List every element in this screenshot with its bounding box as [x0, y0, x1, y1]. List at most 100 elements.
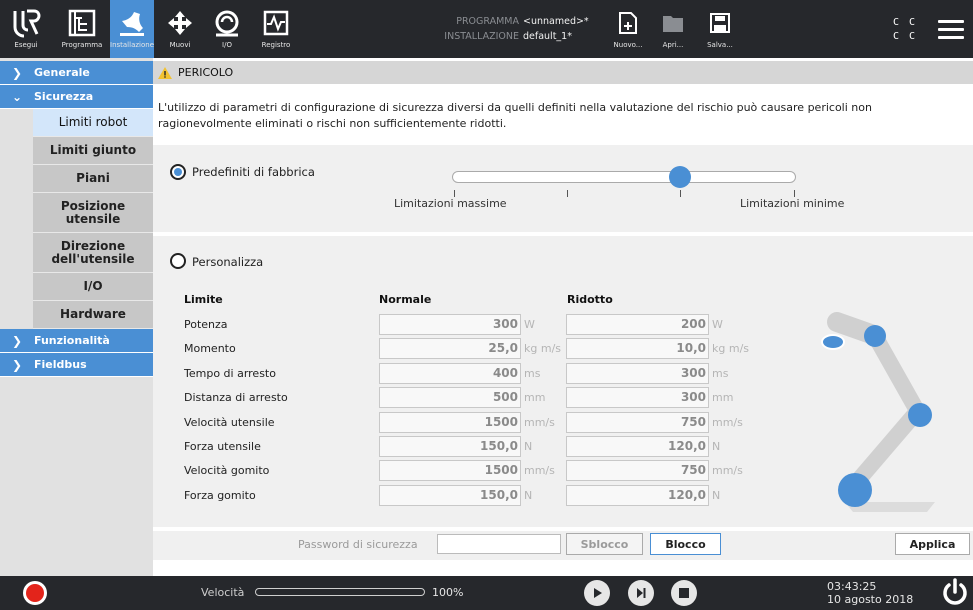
slider-tick — [454, 190, 455, 197]
restriction-slider-track[interactable] — [452, 171, 796, 183]
custom-radio[interactable] — [170, 253, 186, 269]
nav-log-label: Registro — [261, 41, 291, 49]
new-file-icon — [611, 6, 645, 40]
installation-name: default_1* — [523, 31, 572, 42]
lock-button[interactable]: Blocco — [650, 533, 721, 555]
unlock-button[interactable]: Sblocco — [566, 533, 643, 555]
stop-button[interactable] — [671, 580, 697, 606]
normal-unit: N — [524, 489, 533, 502]
sidebar-item-direzione-utensile[interactable]: Direzione dell'utensile — [33, 233, 153, 273]
control-mode-indicator: C C C C — [893, 16, 917, 44]
cc-line-2: C C — [893, 31, 918, 42]
sidebar-item-piani[interactable]: Piani — [33, 165, 153, 193]
limit-row-label: Forza gomito — [184, 489, 256, 502]
normal-unit: kg m/s — [524, 342, 562, 355]
reduced-value-field[interactable]: 10,0 — [566, 338, 709, 359]
clock-time: 03:43:25 — [827, 580, 877, 593]
column-header-normal: Normale — [379, 293, 432, 306]
chevron-right-icon: ❯ — [12, 65, 23, 80]
io-icon — [210, 6, 244, 40]
apply-button[interactable]: Applica — [895, 533, 970, 555]
sidebar-item-fieldbus[interactable]: ❯ Fieldbus — [0, 353, 153, 377]
reduced-value-field[interactable]: 300 — [566, 363, 709, 384]
play-icon — [594, 588, 602, 598]
speed-label: Velocità — [201, 586, 245, 599]
reduced-value-field[interactable]: 750 — [566, 460, 709, 481]
ur-logo-icon — [9, 6, 43, 40]
normal-value-field[interactable]: 150,0 — [379, 485, 521, 506]
normal-unit: ms — [524, 367, 541, 380]
cc-line-1: C C — [893, 17, 918, 28]
program-icon — [65, 6, 99, 40]
normal-unit: mm/s — [524, 416, 555, 429]
nav-io-button[interactable]: I/O — [207, 0, 247, 58]
normal-unit: W — [524, 318, 535, 331]
factory-presets-label: Predefiniti di fabbrica — [192, 165, 315, 179]
save-icon — [703, 6, 737, 40]
normal-value-field[interactable]: 150,0 — [379, 436, 521, 457]
slider-tick — [794, 190, 795, 197]
nav-program-label: Programma — [61, 41, 103, 49]
sidebar-item-io[interactable]: I/O — [33, 273, 153, 301]
step-button[interactable] — [628, 580, 654, 606]
sidebar-item-funzionalita[interactable]: ❯ Funzionalità — [0, 329, 153, 353]
reduced-unit: N — [712, 489, 721, 502]
slider-min-label: Limitazioni massime — [394, 197, 507, 210]
nav-installation-button[interactable]: Installazione — [110, 0, 154, 58]
sidebar-item-label: Generale — [34, 66, 90, 79]
chevron-right-icon: ❯ — [12, 357, 23, 372]
sidebar-item-generale[interactable]: ❯ Generale — [0, 61, 153, 85]
reduced-value-field[interactable]: 300 — [566, 387, 709, 408]
restriction-slider-handle[interactable] — [669, 166, 691, 188]
log-icon — [259, 6, 293, 40]
clock-date: 10 agosto 2018 — [827, 593, 914, 606]
save-file-label: Salva... — [707, 41, 733, 49]
reduced-unit: ms — [712, 367, 729, 380]
reduced-unit: mm — [712, 391, 734, 404]
nav-program-button[interactable]: Programma — [56, 0, 108, 58]
nav-io-label: I/O — [222, 41, 232, 49]
normal-value-field[interactable]: 300 — [379, 314, 521, 335]
nav-log-button[interactable]: Registro — [254, 0, 298, 58]
sidebar-item-limiti-giunto[interactable]: Limiti giunto — [33, 137, 153, 165]
sidebar-item-limiti-robot[interactable]: Limiti robot — [33, 109, 153, 137]
sidebar-item-label: Sicurezza — [34, 90, 94, 103]
reduced-value-field[interactable]: 120,0 — [566, 485, 709, 506]
slider-max-label: Limitazioni minime — [740, 197, 845, 210]
save-file-button[interactable]: Salva... — [702, 0, 738, 58]
nav-run-label: Esegui — [14, 41, 38, 49]
slider-tick — [567, 190, 568, 197]
reduced-unit: mm/s — [712, 464, 743, 477]
normal-value-field[interactable]: 1500 — [379, 460, 521, 481]
limit-row-label: Tempo di arresto — [184, 367, 276, 380]
reduced-value-field[interactable]: 750 — [566, 412, 709, 433]
password-input[interactable] — [437, 534, 561, 554]
new-file-button[interactable]: Nuovo... — [610, 0, 646, 58]
danger-header: PERICOLO — [153, 61, 973, 84]
power-icon[interactable] — [941, 578, 969, 606]
move-icon — [163, 6, 197, 40]
open-file-button[interactable]: Apri... — [655, 0, 691, 58]
reduced-unit: N — [712, 440, 721, 453]
normal-value-field[interactable]: 25,0 — [379, 338, 521, 359]
limit-row-label: Potenza — [184, 318, 228, 331]
play-button[interactable] — [584, 580, 610, 606]
speed-slider[interactable] — [255, 588, 425, 596]
slider-tick — [680, 190, 681, 197]
nav-move-label: Muovi — [169, 41, 191, 49]
sidebar-item-sicurezza[interactable]: ⌄ Sicurezza — [0, 85, 153, 109]
normal-value-field[interactable]: 500 — [379, 387, 521, 408]
reduced-value-field[interactable]: 120,0 — [566, 436, 709, 457]
normal-value-field[interactable]: 400 — [379, 363, 521, 384]
action-bar — [153, 531, 973, 560]
reduced-value-field[interactable]: 200 — [566, 314, 709, 335]
normal-value-field[interactable]: 1500 — [379, 412, 521, 433]
factory-presets-radio[interactable] — [170, 164, 186, 180]
hamburger-menu-icon[interactable] — [938, 20, 964, 40]
nav-run-button[interactable]: Esegui — [0, 0, 52, 58]
sidebar-item-hardware[interactable]: Hardware — [33, 301, 153, 329]
record-status-button[interactable] — [23, 581, 47, 605]
normal-unit: N — [524, 440, 533, 453]
nav-move-button[interactable]: Muovi — [160, 0, 200, 58]
sidebar-item-posizione-utensile[interactable]: Posizione utensile — [33, 193, 153, 233]
